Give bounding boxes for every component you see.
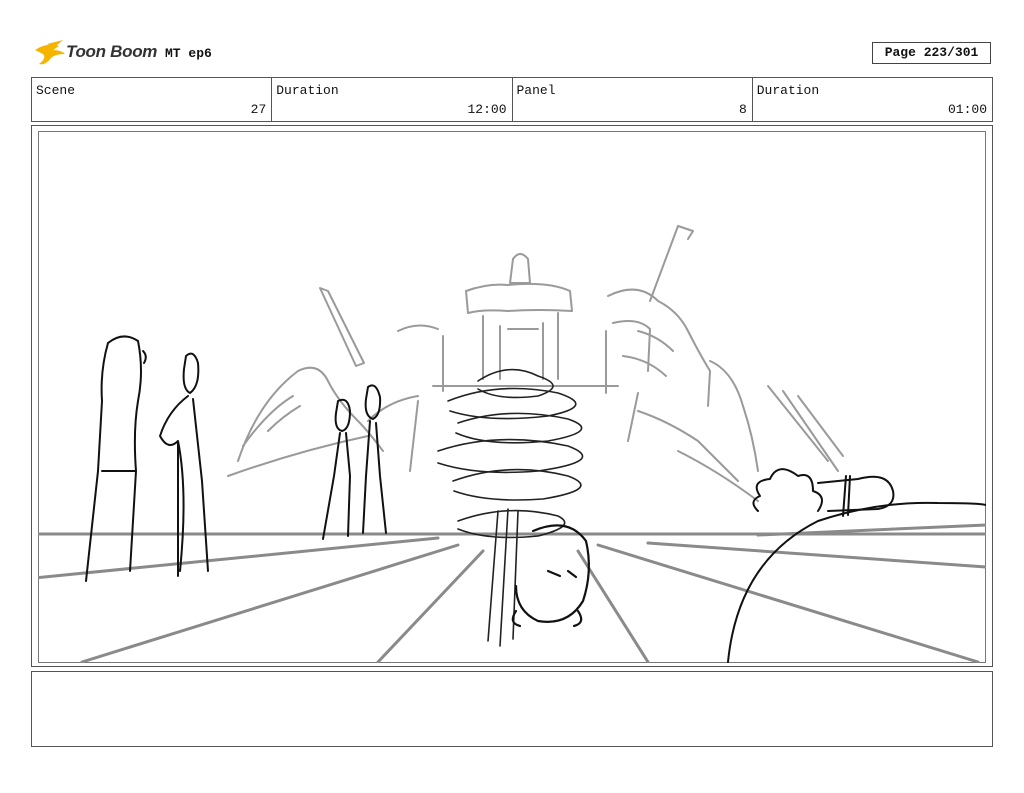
panel-cell: Panel 8 xyxy=(513,78,753,121)
panel-label: Panel xyxy=(516,83,556,98)
brand-name: Toon Boom xyxy=(66,42,158,61)
scene-value: 27 xyxy=(250,102,267,117)
background-ruins xyxy=(227,225,844,502)
scene-duration-cell: Duration 12:00 xyxy=(272,78,513,121)
panel-notes-box xyxy=(31,671,993,747)
floor-lines xyxy=(38,523,986,663)
scene-cell: Scene 27 xyxy=(32,78,273,121)
page-counter: Page 223/301 xyxy=(872,42,991,64)
panel-value: 8 xyxy=(738,102,747,117)
scene-duration-label: Duration xyxy=(276,83,339,98)
panel-duration-label: Duration xyxy=(756,83,820,98)
tornado-swirl xyxy=(437,368,584,647)
storyboard-sketch xyxy=(38,225,986,663)
panel-info-row: Scene 27 Duration 12:00 Panel 8 Duration… xyxy=(31,77,993,122)
upside-down-character xyxy=(511,524,590,628)
panel-duration-cell: Duration 01:00 xyxy=(753,78,992,121)
scene-duration-value: 12:00 xyxy=(467,102,507,117)
left-characters xyxy=(85,335,387,582)
project-title: MT ep6 xyxy=(165,46,212,61)
panel-duration-value: 01:00 xyxy=(947,102,987,117)
scene-label: Scene xyxy=(36,83,76,98)
